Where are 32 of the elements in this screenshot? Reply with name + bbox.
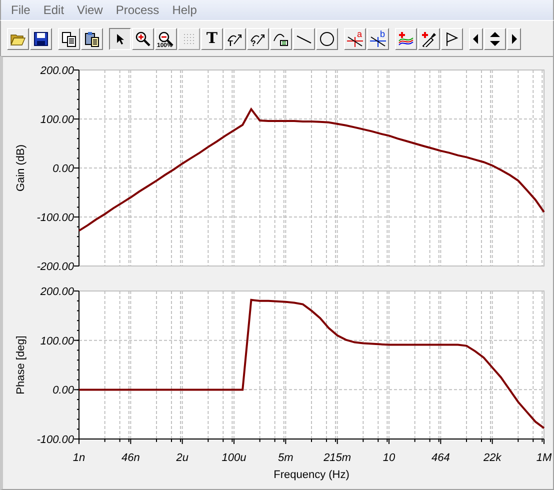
x-tick-label: 5m [278,452,294,464]
x-tick-label: 464 [431,452,450,464]
menu-item[interactable]: Edit [37,1,70,19]
y-axis-title: Phase [deg] [15,336,27,394]
x-tick-label: 1M [536,452,552,464]
y-tick-label: 0.00 [52,163,74,175]
cursor-b-button[interactable]: b [367,28,389,50]
y-tick-label: 0.00 [52,384,74,397]
y-tick-label: -100.00 [36,212,74,224]
x-tick-label: 46n [121,452,140,464]
query-marker-button[interactable]: ? [247,28,269,50]
x-tick-label: 2u [176,452,188,464]
x-tick-label: 22k [483,452,502,464]
x-tick-label: 1n [72,452,86,464]
y-tick-label: 100.00 [40,114,74,126]
y-tick-label: 100.00 [40,335,74,348]
x-axis-title: Frequency (Hz) [274,469,350,481]
x-tick-label: 215m [324,452,352,464]
x-tick-label: 10 [382,452,396,464]
menu-item[interactable]: View [71,1,109,19]
y-tick-label: -100.00 [36,434,74,446]
x-tick-label: 100u [222,452,246,464]
text-marker-button[interactable]: T [224,28,246,50]
y-tick-label: -200.00 [36,261,74,273]
text-button[interactable]: T [201,28,223,50]
menu-item[interactable]: Process [110,1,166,19]
y-axis-title: Gain (dB) [15,144,27,192]
menu-item[interactable]: Help [166,1,203,19]
cursor-a-button[interactable]: a [344,28,366,50]
menu-item[interactable]: File [5,1,36,19]
y-tick-label: 200.00 [40,286,74,298]
y-tick-label: 200.00 [40,65,74,77]
